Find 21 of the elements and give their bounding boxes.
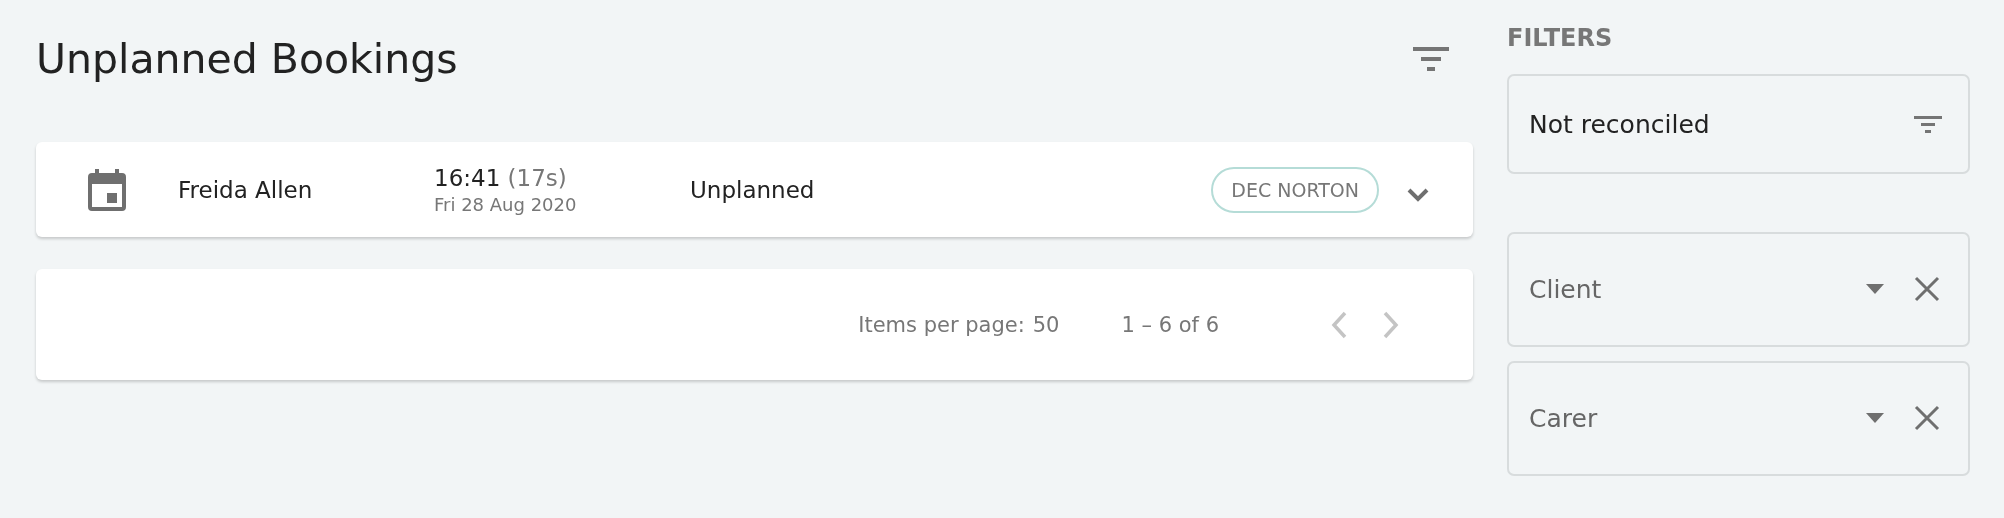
client-name: Freida Allen	[178, 176, 314, 203]
dropdown-caret-icon	[1866, 413, 1884, 423]
filter-select-field[interactable]: Carer	[1507, 361, 1970, 476]
filter-icon	[1914, 114, 1942, 134]
items-per-page-select[interactable]: 50	[1032, 312, 1060, 337]
booking-duration: (17s)	[507, 164, 567, 191]
booking-row[interactable]: Freida Allen 16:41 (17s) Fri 28 Aug 2020 Unplanned DEC NORTON	[36, 142, 1473, 237]
booking-status: Unplanned	[690, 176, 816, 203]
clear-icon[interactable]	[1914, 405, 1940, 431]
filter-select-field[interactable]: Client	[1507, 232, 1970, 347]
reconciliation-select[interactable]: Not reconciled	[1507, 74, 1970, 174]
clear-icon[interactable]	[1914, 276, 1940, 302]
carer-chip: DEC NORTON	[1211, 166, 1379, 213]
items-per-page-label: Items per page:	[858, 312, 1025, 337]
calendar-icon	[88, 168, 126, 211]
booking-time: 16:41	[434, 164, 501, 191]
booking-date: Fri 28 Aug 2020	[434, 193, 578, 215]
page-title: Unplanned Bookings	[36, 35, 458, 83]
dropdown-caret-icon	[1866, 284, 1884, 294]
page-range: 1 – 6 of 6	[1121, 312, 1219, 337]
filters-heading: FILTERS	[1507, 24, 1614, 52]
